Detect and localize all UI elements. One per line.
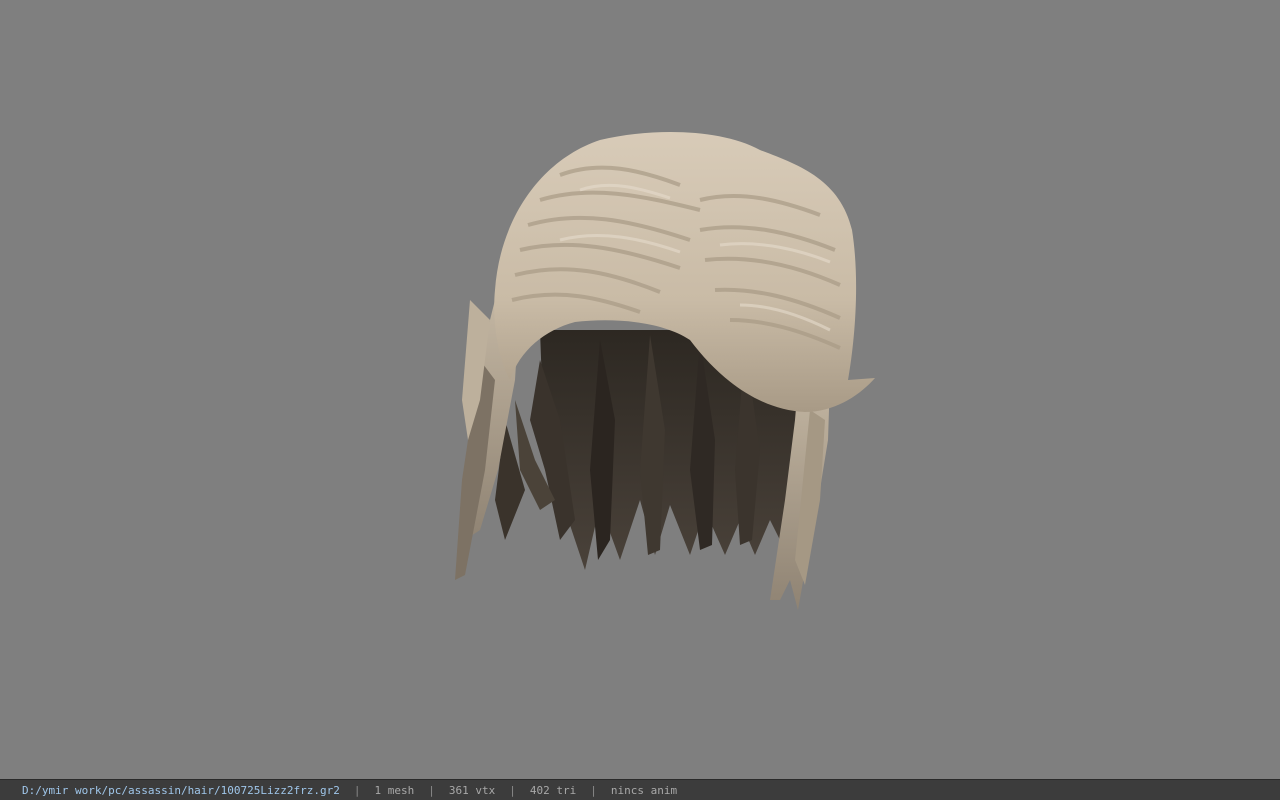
status-separator: |: [590, 783, 597, 797]
file-path: D:/ymir work/pc/assassin/hair/100725Lizz…: [22, 783, 340, 797]
mesh-count: 1 mesh: [374, 783, 415, 797]
status-separator: |: [353, 783, 361, 797]
status-separator: |: [428, 783, 435, 797]
animation-info: nincs anim: [610, 783, 678, 797]
triangle-count: 402 tri: [529, 783, 577, 797]
status-bar: D:/ymir work/pc/assassin/hair/100725Lizz…: [0, 779, 1280, 800]
vertex-count: 361 vtx: [448, 783, 496, 797]
status-separator: |: [509, 783, 516, 797]
3d-viewport[interactable]: [0, 0, 1280, 779]
hair-model[interactable]: [0, 0, 1280, 779]
